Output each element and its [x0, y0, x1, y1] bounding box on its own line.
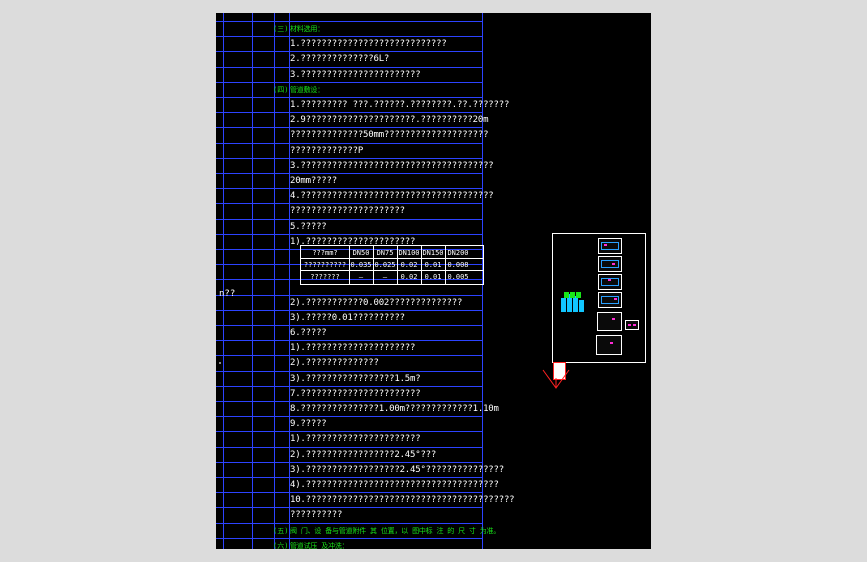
- marker-dot: [219, 362, 221, 364]
- note-line: (六) 管道试压 及冲洗：: [216, 539, 482, 549]
- note-line: 9.?????: [216, 417, 482, 432]
- note-line: ?????????????P: [216, 144, 482, 159]
- note-line: (四) 管道敷设：: [216, 83, 482, 98]
- table-cell: —: [382, 273, 388, 281]
- spec-table: ???mm? DN50 DN75 DN100 DN150 DN200?????????? 0…: [300, 245, 484, 285]
- note-line: 7.???????????????????????: [216, 387, 482, 402]
- table-cell: 0.01: [424, 273, 442, 281]
- note-text: 1.????????????????????????????: [290, 39, 447, 49]
- note-line: 6.?????: [216, 326, 482, 341]
- note-text: 10.?????????????????????????????????????…: [290, 495, 515, 505]
- note-line: (三) 材料选用：: [216, 22, 482, 37]
- note-text: 6.?????: [290, 328, 327, 338]
- section-marker: (四): [273, 86, 289, 94]
- note-text: 3).?????0.01??????????: [290, 313, 405, 323]
- note-text: 9.?????: [290, 419, 327, 429]
- note-line: ??????????????50mm????????????????????: [216, 128, 489, 143]
- note-line: 8.???????????????1.00m?????????????1.10m: [216, 402, 499, 417]
- note-line: 3).??????????????????2.45°??????????????…: [216, 463, 504, 478]
- note-line: 2.??????????????6L?: [216, 52, 482, 67]
- sheet-thumbnail[interactable]: [598, 256, 622, 272]
- side-label: n??: [219, 289, 236, 299]
- table-cell: 0.005: [447, 273, 469, 281]
- note-text: 3).?????????????????1.5m?: [290, 374, 421, 384]
- note-line: 1.????????????????????????????: [216, 37, 482, 52]
- note-text: 1.????????? ???.??????.????????.??.?????…: [290, 100, 510, 110]
- note-text: 8.???????????????1.00m?????????????1.10m: [290, 404, 499, 414]
- section-marker: (六): [273, 542, 289, 549]
- note-line: 3.???????????????????????: [216, 68, 482, 83]
- note-text: ??????????????50mm????????????????????: [290, 130, 489, 140]
- section-marker: (五): [273, 527, 289, 535]
- note-line: 1).?????????????????????: [216, 341, 482, 356]
- sheet-thumbnail[interactable]: [598, 292, 622, 308]
- note-line: 2.9?????????????????????.??????????20m: [216, 113, 489, 128]
- sheet-thumbnail[interactable]: [598, 238, 622, 254]
- note-line: 10.?????????????????????????????????????…: [216, 493, 515, 508]
- note-text: 3.?????????????????????????????????????: [290, 161, 494, 171]
- note-text: 5.?????: [290, 222, 327, 232]
- note-text: 1).??????????????????????: [290, 434, 421, 444]
- table-rule: [301, 258, 483, 259]
- note-line: 3).?????????????????1.5m?: [216, 372, 482, 387]
- note-line: 3.?????????????????????????????????????: [216, 159, 494, 174]
- table-rule: [445, 246, 446, 284]
- note-text: ??????????: [290, 510, 343, 520]
- table-cell: 0.02: [400, 273, 418, 281]
- equipment-legend: [561, 292, 585, 312]
- note-line: ??????????????????????: [216, 204, 482, 219]
- section-heading: 阀 门、设 备与管道附件 其 位置，以 图中标 注 的 尺 寸 为准。: [290, 527, 501, 535]
- table-rule: [349, 246, 350, 284]
- note-text: 7.???????????????????????: [290, 389, 421, 399]
- sheet-thumbnail[interactable]: [596, 335, 622, 355]
- table-rule: [397, 246, 398, 284]
- note-text: 1).?????????????????????: [290, 343, 416, 353]
- table-rule: [373, 246, 374, 284]
- section-heading: 材料选用：: [290, 25, 324, 33]
- sheet-thumbnail[interactable]: [625, 320, 639, 330]
- note-line: 2).?????????????????2.45°???: [216, 448, 482, 463]
- note-line: 3).?????0.01??????????: [216, 311, 482, 326]
- note-line: 2).??????????????: [216, 356, 482, 371]
- note-line: 1.????????? ???.??????.????????.??.?????…: [216, 98, 509, 113]
- note-line: ??????????: [216, 508, 482, 523]
- note-line: 4).?????????????????????????????????????: [216, 478, 499, 493]
- section-marker: (三): [273, 25, 289, 33]
- section-heading: 管道敷设：: [290, 86, 324, 94]
- note-text: ??????????????????????: [290, 206, 405, 216]
- sheet-thumbnail[interactable]: [598, 274, 622, 290]
- table-cell: ???????: [310, 273, 340, 281]
- note-text: 4.?????????????????????????????????????: [290, 191, 494, 201]
- note-text: ?????????????P: [290, 146, 364, 156]
- table-cell: —: [358, 273, 364, 281]
- note-line: (五) 阀 门、设 备与管道附件 其 位置，以 图中标 注 的 尺 寸 为准。: [216, 524, 500, 539]
- note-text: 3).??????????????????2.45°??????????????…: [290, 465, 504, 475]
- note-text: 2.??????????????6L?: [290, 54, 390, 64]
- note-text: 20mm?????: [290, 176, 337, 186]
- note-line: 2).???????????0.002??????????????: [216, 296, 482, 311]
- table-rule: [421, 246, 422, 284]
- note-line: 5.?????: [216, 220, 482, 235]
- note-text: 2).?????????????????2.45°???: [290, 450, 437, 460]
- note-text: 4).?????????????????????????????????????: [290, 480, 499, 490]
- note-line: 4.?????????????????????????????????????: [216, 189, 494, 204]
- note-text: 2.9?????????????????????.??????????20m: [290, 115, 489, 125]
- table-rule: [301, 270, 483, 271]
- note-text: 2).???????????0.002??????????????: [290, 298, 463, 308]
- sheet-thumbnail[interactable]: [597, 312, 622, 331]
- note-text: 3.???????????????????????: [290, 70, 421, 80]
- note-text: 2).??????????????: [290, 358, 379, 368]
- section-heading: 管道试压 及冲洗：: [290, 542, 349, 549]
- note-line: 1).??????????????????????: [216, 432, 482, 447]
- note-line: 20mm?????: [216, 174, 482, 189]
- ucs-icon: [542, 369, 570, 389]
